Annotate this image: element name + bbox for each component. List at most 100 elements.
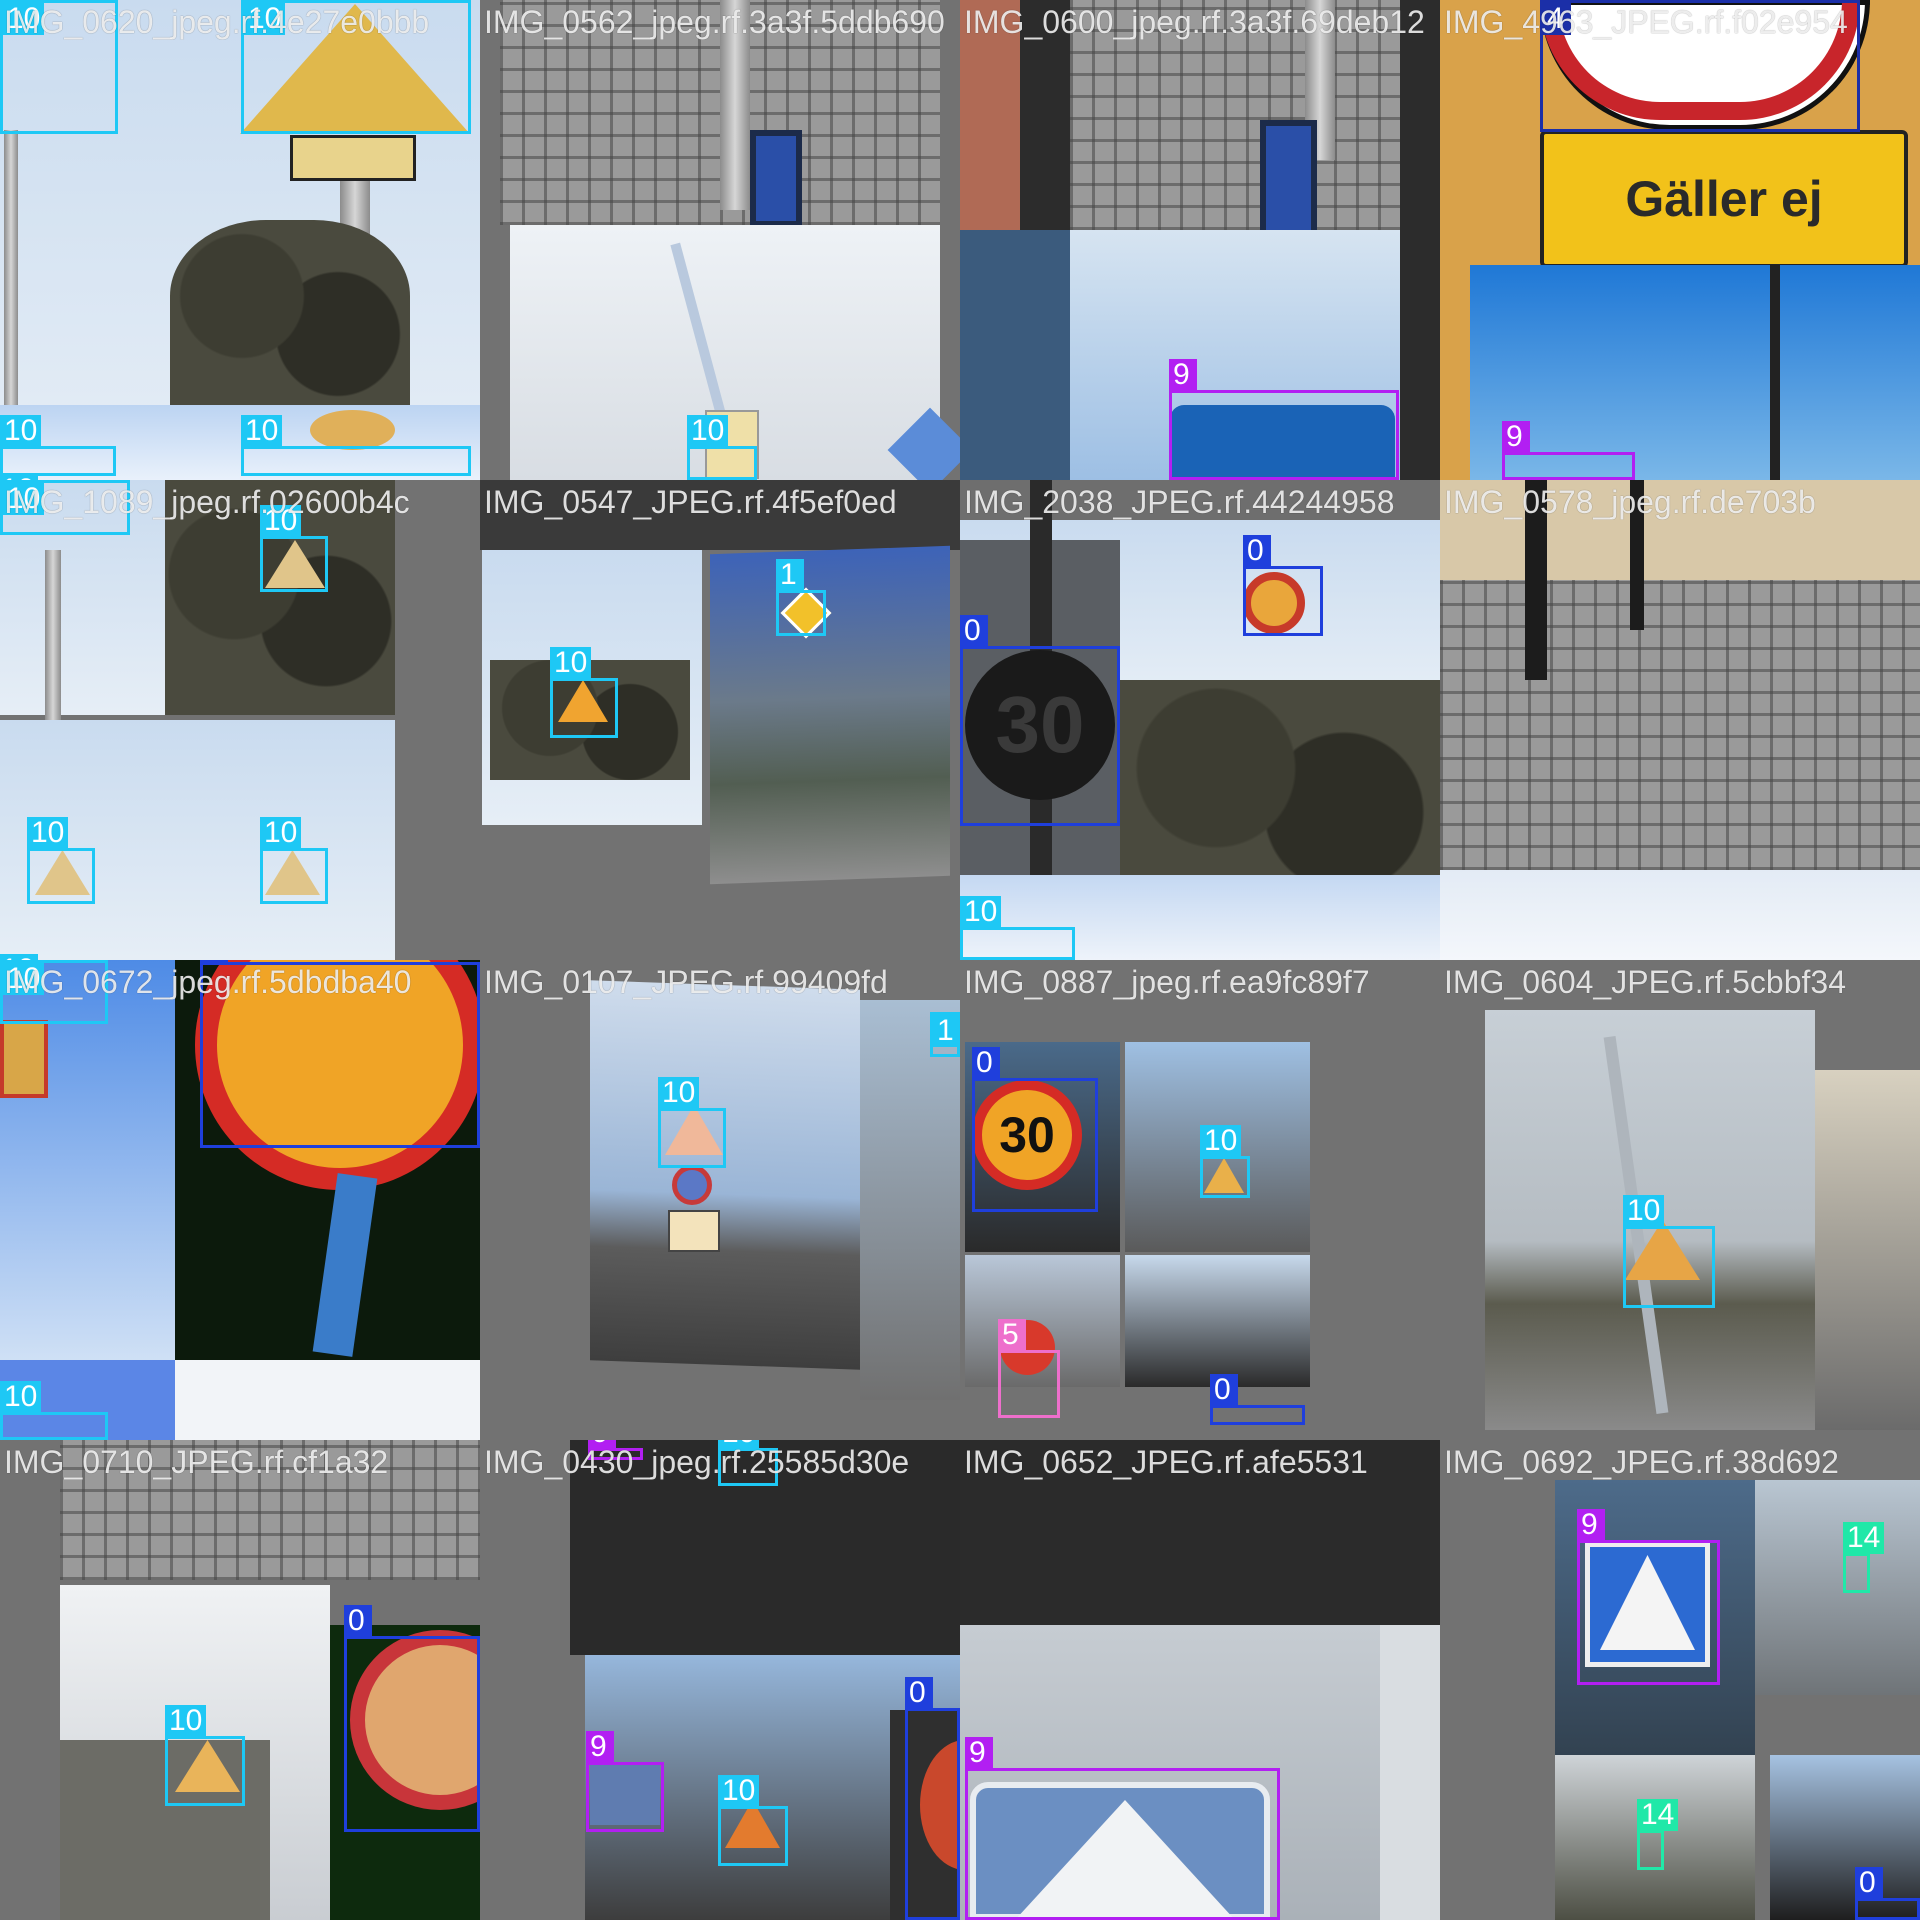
bbox: 0	[1855, 1867, 1920, 1920]
class-label: 0	[1210, 1374, 1238, 1406]
class-label: 0	[1243, 535, 1271, 567]
bbox: 0	[344, 1605, 480, 1832]
mosaic-tile: 9 14 14 0 IMG_0692_JPEG.rf.38d692	[1440, 1440, 1920, 1920]
class-label: 10	[27, 817, 69, 849]
image-filename: IMG_0547_JPEG.rf.4f5ef0ed	[484, 484, 897, 520]
supplementary-plate	[668, 1210, 720, 1252]
mosaic-tile: 30 0 0 10 IMG_2038_JPEG.rf.44244958	[960, 480, 1440, 960]
image-filename: IMG_0578_jpeg.rf.de703b	[1444, 484, 1816, 520]
class-label: 9	[1502, 421, 1530, 453]
mosaic-tile: 10 10 10 10 10 IMG_0620_jpeg.rf.4e27e0bb…	[0, 0, 480, 480]
sky-strip	[175, 1360, 480, 1440]
mosaic-tile: Gäller ej 4 9 IMG_4963_JPEG.rf.f02e954	[1440, 0, 1920, 480]
class-label: 10	[241, 415, 283, 447]
image-filename: IMG_0600_jpeg.rf.3a3f.69deb12	[964, 4, 1425, 40]
image-filename: IMG_4963_JPEG.rf.f02e954	[1444, 4, 1848, 40]
hedge	[1120, 680, 1440, 900]
no-parking-sign	[672, 1165, 712, 1205]
tree-silhouette	[170, 220, 410, 410]
bbox: 10	[0, 415, 116, 476]
mosaic-tile: 10 0 10 IMG_0672_jpeg.rf.5dbdba40	[0, 960, 480, 1440]
image-filename: IMG_0672_jpeg.rf.5dbdba40	[4, 964, 412, 1000]
image-filename: IMG_0620_jpeg.rf.4e27e0bbb	[4, 4, 430, 40]
street-photo	[860, 1000, 960, 1400]
street-photo	[1755, 1480, 1920, 1695]
bbox: 9	[1577, 1509, 1720, 1685]
sky-photo	[1380, 1625, 1440, 1920]
mosaic-tile: IMG_0578_jpeg.rf.de703b	[1440, 480, 1920, 960]
class-label: 14	[1637, 1799, 1679, 1831]
bbox: 0	[1210, 1374, 1305, 1425]
class-label: 0	[1855, 1867, 1883, 1899]
class-label: 9	[1169, 359, 1197, 391]
class-label: 10	[687, 415, 729, 447]
image-filename: IMG_0107_JPEG.rf.99409fd	[484, 964, 888, 1000]
class-label: 10	[960, 896, 1002, 928]
mosaic-tile: 10 IMG_0604_JPEG.rf.5cbbf34	[1440, 960, 1920, 1440]
image-filename: IMG_0604_JPEG.rf.5cbbf34	[1444, 964, 1846, 1000]
class-label: 9	[586, 1731, 614, 1763]
bbox: 10	[550, 647, 618, 738]
mosaic-tile: 9 IMG_0652_JPEG.rf.afe5531	[960, 1440, 1440, 1920]
sign-pole	[4, 130, 18, 430]
bollard-marker	[750, 130, 802, 227]
street-photo	[1770, 1755, 1920, 1920]
training-batch-mosaic: 10 10 10 10 10 IMG_0620_jpeg.rf.4e27e0bb…	[0, 0, 1920, 1920]
class-label: 10	[165, 1705, 207, 1737]
tree-silhouette	[960, 230, 1070, 480]
sky-photo	[1470, 265, 1920, 480]
cobblestone	[1440, 580, 1920, 870]
class-label: 0	[905, 1677, 933, 1709]
mosaic-tile: 9 10 9 10 0 IMG_0430_jpeg.rf.25585d30e	[480, 1440, 960, 1920]
mosaic-tile: 10 1 IMG_0107_JPEG.rf.99409fd	[480, 960, 960, 1440]
skola-plate	[290, 135, 416, 181]
bbox: 10	[260, 817, 328, 904]
class-label: 9	[1577, 1509, 1605, 1541]
class-label: 1	[776, 559, 804, 591]
class-label: 5	[998, 1319, 1026, 1351]
no-stopping-sign	[310, 410, 395, 450]
class-label: 1	[933, 1015, 960, 1047]
image-filename: IMG_0692_JPEG.rf.38d692	[1444, 1444, 1839, 1480]
bbox: 10	[241, 415, 471, 476]
class-label: 10	[0, 415, 42, 447]
bbox: 0	[905, 1677, 960, 1920]
mosaic-tile: 10 10 10 10 10 IMG_1089_jpeg.rf.02600b4c	[0, 480, 480, 960]
class-label: 10	[718, 1775, 760, 1807]
mosaic-tile: 10 0 IMG_0710_JPEG.rf.cf1a32	[0, 1440, 480, 1920]
sign-pole	[1770, 265, 1780, 480]
image-filename: IMG_0652_JPEG.rf.afe5531	[964, 1444, 1368, 1480]
bbox: 1	[930, 1012, 960, 1057]
bbox: 14	[1843, 1522, 1885, 1593]
class-label: 10	[658, 1077, 700, 1109]
sky-photo	[0, 720, 165, 960]
image-filename: IMG_0710_JPEG.rf.cf1a32	[4, 1444, 389, 1480]
bbox: 9	[1169, 359, 1399, 480]
image-filename: IMG_0430_jpeg.rf.25585d30e	[484, 1444, 910, 1480]
image-filename: IMG_1089_jpeg.rf.02600b4c	[4, 484, 410, 520]
class-label: 10	[1200, 1125, 1242, 1157]
class-label: 10	[260, 817, 302, 849]
street-photo	[590, 980, 860, 1370]
bbox: 10	[1200, 1125, 1250, 1198]
bbox: 9	[965, 1737, 1280, 1920]
sign-partial	[0, 1020, 48, 1098]
class-label: 10	[1623, 1195, 1665, 1227]
bbox: 1	[776, 559, 826, 636]
supplementary-plate: Gäller ej	[1540, 130, 1908, 268]
bbox: 10	[27, 817, 95, 904]
mosaic-tile: 9 IMG_0600_jpeg.rf.3a3f.69deb12	[960, 0, 1440, 480]
bbox: 0	[1243, 535, 1323, 636]
class-label: 0	[972, 1047, 1000, 1079]
bbox: 10	[687, 415, 757, 480]
class-label: 14	[1843, 1522, 1885, 1554]
class-label: 9	[965, 1737, 993, 1769]
mosaic-tile: 10 1 IMG_0547_JPEG.rf.4f5ef0ed	[480, 480, 960, 960]
bbox: 10	[960, 896, 1075, 960]
bbox: 10	[658, 1077, 726, 1168]
street-photo	[1125, 1255, 1310, 1387]
street-photo	[1815, 1070, 1920, 1430]
sign-pole	[45, 550, 61, 720]
sky-strip	[1440, 870, 1920, 960]
image-filename: IMG_0562_jpeg.rf.3a3f.5ddb690	[484, 4, 945, 40]
